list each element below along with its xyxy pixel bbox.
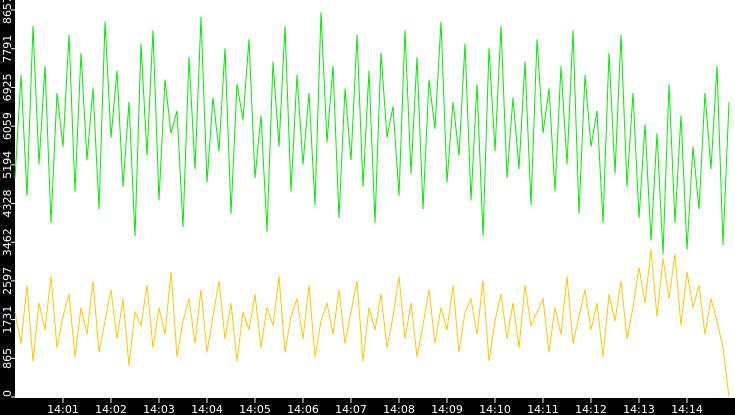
y-tick-label: 7791 — [1, 35, 14, 63]
x-tick-label: 14:01 — [47, 403, 79, 415]
chart-svg: 0 865 1731 2597 3462 4328 5194 6059 6925 7791 8657… — [1, 0, 735, 415]
chart: 0 865 1731 2597 3462 4328 5194 6059 6925 7791 8657… — [0, 0, 735, 415]
x-tick-label: 14:03 — [143, 403, 175, 415]
x-tick-label: 14:02 — [95, 403, 127, 415]
y-tick-label: 4328 — [1, 190, 14, 218]
y-tick-label: 2597 — [1, 267, 14, 295]
x-tick-label: 14:08 — [383, 403, 415, 415]
x-tick-label: 14:09 — [431, 403, 463, 415]
y-tick-label: 8657 — [1, 0, 14, 24]
x-tick-label: 14:11 — [527, 403, 559, 415]
y-tick-label: 3462 — [1, 228, 14, 256]
x-tick-label: 14:04 — [191, 403, 223, 415]
y-tick-label: 6059 — [1, 112, 14, 140]
x-tick-label: 14:06 — [287, 403, 319, 415]
x-tick-label: 14:12 — [575, 403, 607, 415]
y-tick-label: 6925 — [1, 73, 14, 101]
x-tick-label: 14:10 — [479, 403, 511, 415]
x-tick-label: 14:07 — [335, 403, 367, 415]
x-tick-label: 14:05 — [239, 403, 271, 415]
y-tick-label: 1731 — [1, 306, 14, 334]
x-tick-label: 14:14 — [671, 403, 703, 415]
y-tick-label: 865 — [1, 348, 14, 369]
y-tick-label: 5194 — [1, 151, 14, 179]
y-tick-label: 0 — [1, 390, 14, 397]
x-tick-label: 14:13 — [623, 403, 655, 415]
